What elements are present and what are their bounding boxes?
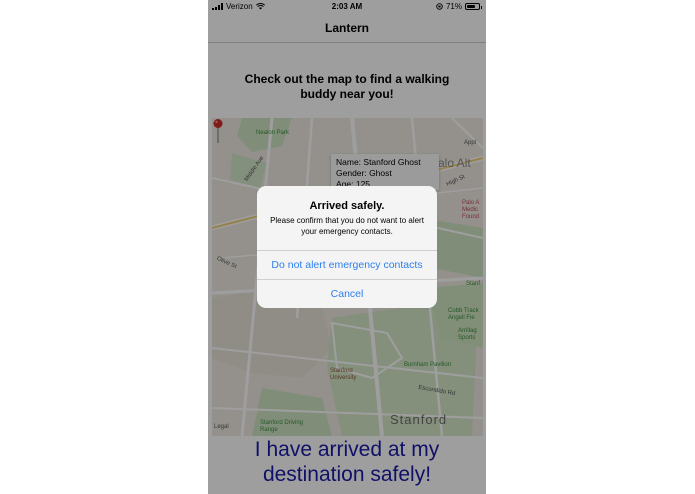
cancel-button[interactable]: Cancel: [257, 279, 437, 308]
alert-message: Please confirm that you do not want to a…: [270, 216, 424, 236]
arrived-alert-dialog: Arrived safely. Please confirm that you …: [257, 186, 437, 308]
phone-screen: Verizon 2:03 AM 71% Lantern Check out th…: [208, 0, 486, 494]
do-not-alert-button[interactable]: Do not alert emergency contacts: [257, 250, 437, 279]
alert-title: Arrived safely.: [309, 200, 385, 212]
